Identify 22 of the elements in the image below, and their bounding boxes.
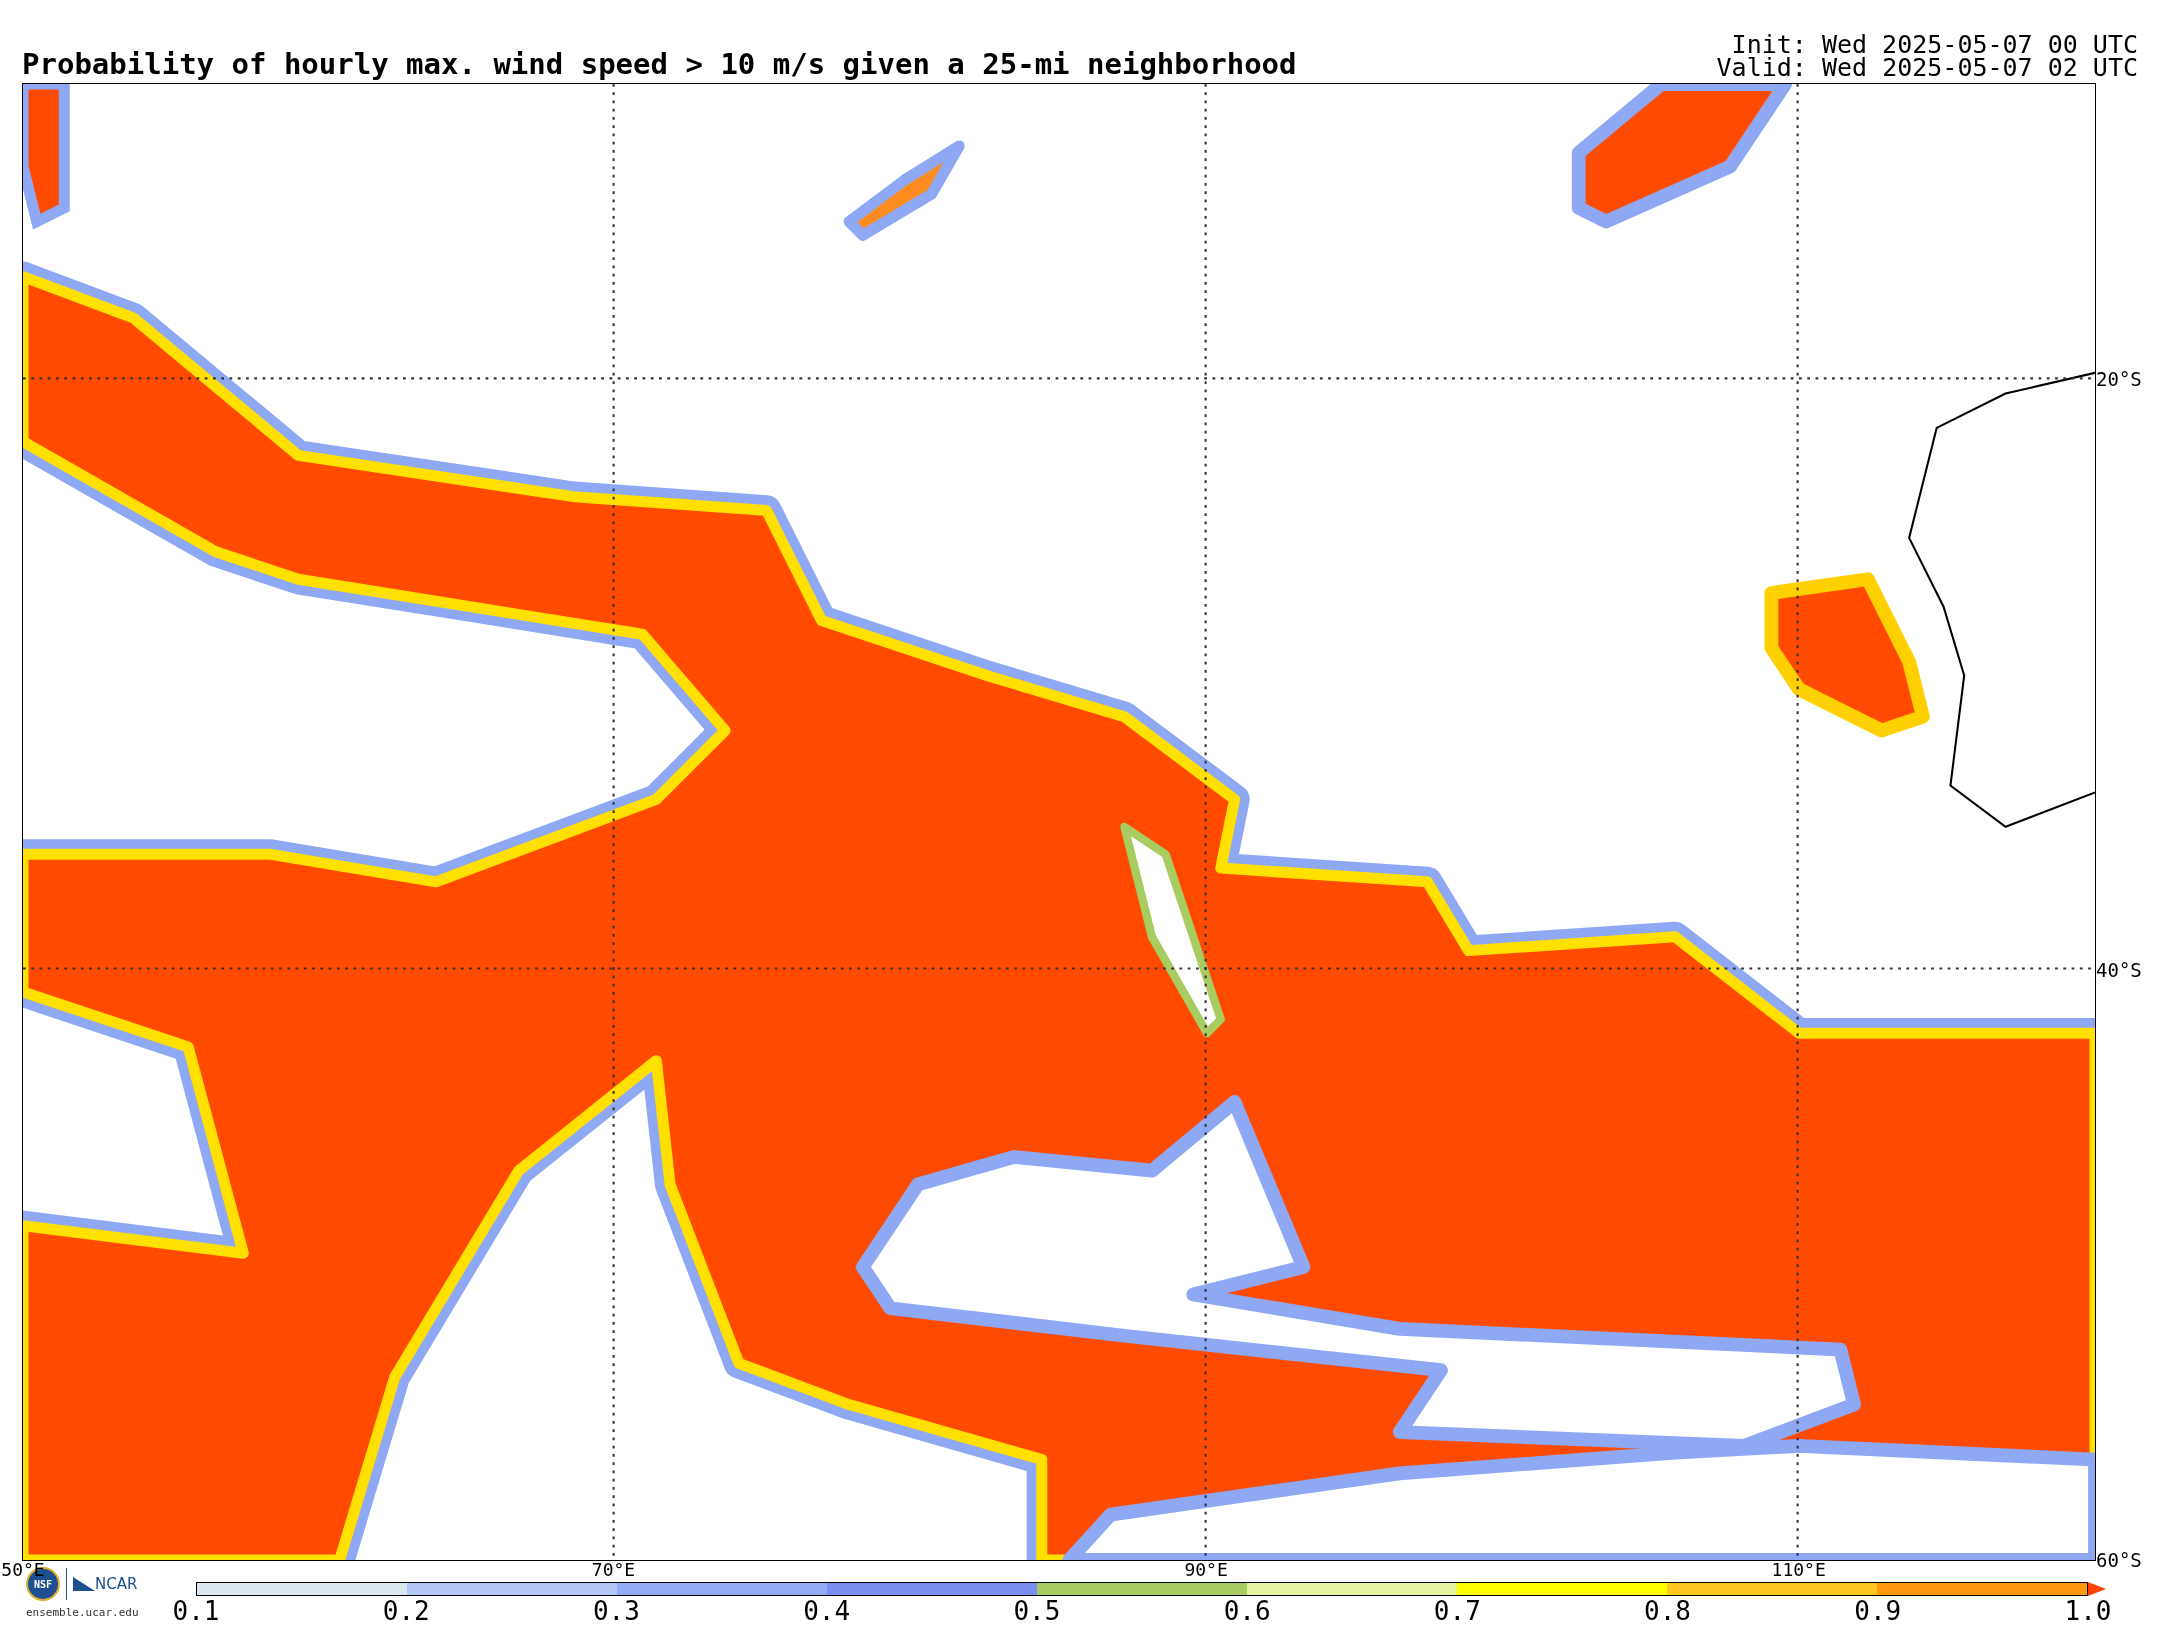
latitude-label: 40°S bbox=[2096, 960, 2142, 980]
init-time: Init: Wed 2025-05-07 00 UTC bbox=[1731, 33, 2138, 56]
scale-tick-label: 0.7 bbox=[1433, 1598, 1481, 1624]
scale-tick-label: 0.4 bbox=[803, 1598, 851, 1624]
ncar-logo-icon bbox=[73, 1577, 95, 1591]
scale-tick-label: 0.5 bbox=[1013, 1598, 1061, 1624]
longitude-label: 110°E bbox=[1771, 1561, 1826, 1579]
latitude-label: 20°S bbox=[2096, 369, 2142, 389]
longitude-label: 70°E bbox=[591, 1561, 636, 1579]
ncar-logo: NCAR bbox=[95, 1573, 138, 1595]
valid-time: Valid: Wed 2025-05-07 02 UTC bbox=[1716, 56, 2138, 79]
scale-tick-label: 0.6 bbox=[1223, 1598, 1271, 1624]
longitude-label: 50°E bbox=[1, 1561, 45, 1579]
scale-tick-label: 0.8 bbox=[1644, 1598, 1692, 1624]
longitude-label: 90°E bbox=[1184, 1561, 1228, 1579]
scale-tick-label: 0.2 bbox=[382, 1598, 430, 1624]
scale-tick-label: 1.0 bbox=[2064, 1598, 2112, 1624]
scale-tick-label: 0.1 bbox=[172, 1598, 220, 1624]
scale-tick-label: 0.9 bbox=[1854, 1598, 1902, 1624]
chart-title: Probability of hourly max. wind speed > 10 m/s given a 25-mi neighborhood bbox=[22, 50, 1297, 79]
scale-tick-label: 0.3 bbox=[592, 1598, 640, 1624]
latitude-label: 60°S bbox=[2096, 1550, 2142, 1570]
